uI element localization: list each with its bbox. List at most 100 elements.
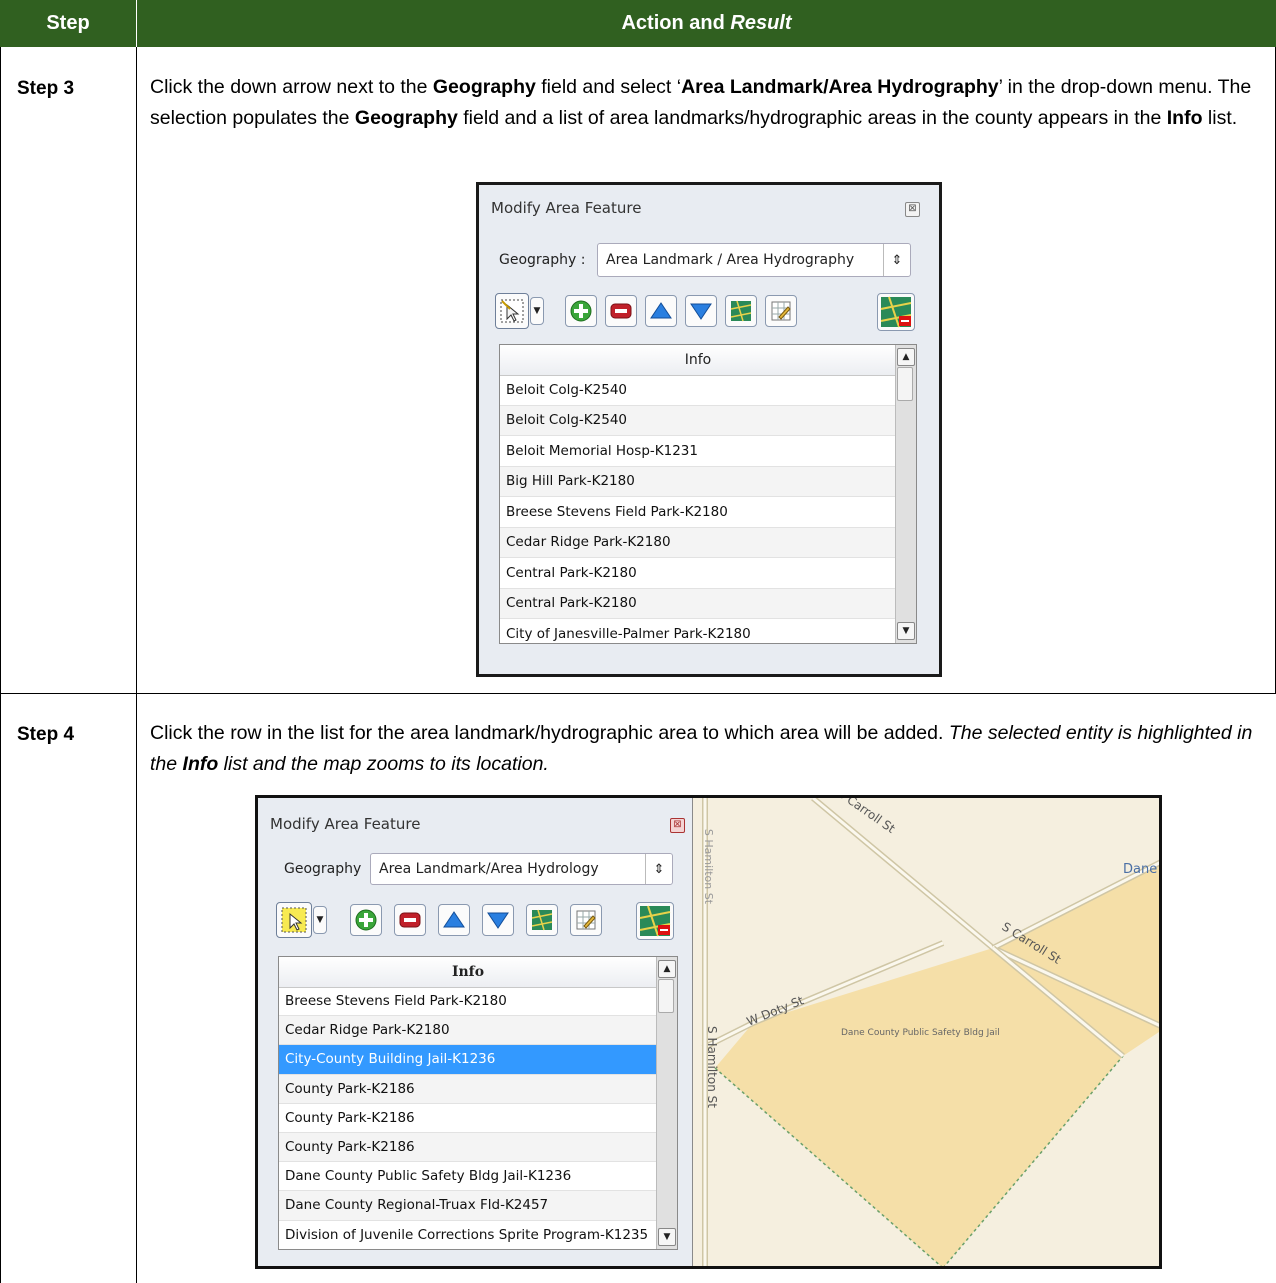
text: field and a list of area landmarks/hydro… <box>457 107 1167 129</box>
street-label-hamilton: S Hamilton St <box>704 1026 719 1108</box>
move-down-button[interactable] <box>482 904 514 936</box>
scroll-up-icon[interactable]: ▲ <box>658 960 676 978</box>
bold-italic-text: Info <box>182 753 219 775</box>
info-column-header[interactable]: Info <box>279 957 657 988</box>
scroll-down-icon[interactable]: ▼ <box>658 1228 676 1246</box>
table-header: Step Action and Result <box>0 0 1276 47</box>
remove-map-feature-button[interactable] <box>636 902 674 940</box>
select-tool-dropdown[interactable]: ▼ <box>530 297 544 325</box>
move-up-button[interactable] <box>438 904 470 936</box>
geography-select[interactable]: Area Landmark / Area Hydrography ⇕ <box>597 243 911 277</box>
geography-value: Area Landmark / Area Hydrography <box>606 252 855 268</box>
map-remove-icon <box>880 296 912 328</box>
minus-icon <box>610 303 632 319</box>
info-column-header[interactable]: Info <box>500 345 896 376</box>
map-icon <box>531 909 553 931</box>
scroll-thumb[interactable] <box>897 367 913 401</box>
zoom-map-button[interactable] <box>526 904 558 936</box>
move-down-button[interactable] <box>685 295 717 327</box>
select-tool-dropdown[interactable]: ▼ <box>313 906 327 934</box>
updown-arrow-icon[interactable]: ⇕ <box>645 854 672 884</box>
header-result-text: Result <box>730 12 792 34</box>
remove-button[interactable] <box>394 904 426 936</box>
bold-text: Area Landmark/Area Hydrography <box>681 76 999 98</box>
column-divider <box>136 47 137 1283</box>
header-step: Step <box>46 12 90 34</box>
geography-label: Geography : <box>499 252 586 268</box>
map-view[interactable]: S Carroll St S Carroll St W Doty St S Ha… <box>693 798 1159 1266</box>
caret-down-icon: ▼ <box>316 915 324 925</box>
step-4-label: Step 4 <box>17 724 75 745</box>
list-item[interactable]: City-County Building Jail-K1236 <box>279 1045 657 1075</box>
scrollbar[interactable]: ▲ ▼ <box>895 345 916 643</box>
triangle-up-icon <box>650 302 672 319</box>
step-3-label: Step 3 <box>17 78 75 99</box>
text: Click the row in the list for the area l… <box>150 722 949 744</box>
bold-text: Geography <box>432 76 536 98</box>
place-label: Dane County Public Safety Bldg Jail <box>841 1028 1000 1038</box>
list-item[interactable]: Dane County Public Safety Bldg Jail-K123… <box>279 1162 657 1192</box>
bold-text: Geography <box>354 107 458 129</box>
attribute-table-button[interactable] <box>570 904 602 936</box>
remove-button[interactable] <box>605 295 637 327</box>
add-button[interactable] <box>350 904 382 936</box>
text: Click the down arrow next to the <box>150 76 433 98</box>
row-divider <box>0 693 1276 694</box>
list-item[interactable]: Cedar Ridge Park-K2180 <box>279 1016 657 1046</box>
header-action: Action and Result <box>137 0 1276 47</box>
close-icon[interactable]: ⊠ <box>670 818 685 833</box>
table-edit-icon <box>576 910 596 930</box>
list-item[interactable]: Cedar Ridge Park-K2180 <box>500 527 896 558</box>
list-item[interactable]: Beloit Colg-K2540 <box>500 405 896 436</box>
select-arrow-icon <box>281 907 307 933</box>
list-item[interactable]: Breese Stevens Field Park-K2180 <box>500 497 896 528</box>
modify-area-feature-dialog: Modify Area Feature ⊠ Geography : Area L… <box>476 182 942 677</box>
list-item[interactable]: Dane County Regional-Truax Fld-K2457 <box>279 1191 657 1221</box>
minus-icon <box>399 912 421 928</box>
list-item[interactable]: Beloit Colg-K2540 <box>500 375 896 406</box>
list-item[interactable]: County Park-K2186 <box>279 1074 657 1104</box>
step-4-screenshot: S Carroll St S Carroll St W Doty St S Ha… <box>255 795 1162 1269</box>
list-item[interactable]: City of Janesville-Palmer Park-K2180 <box>500 619 896 643</box>
scroll-down-icon[interactable]: ▼ <box>897 622 915 640</box>
list-item[interactable]: Central Park-K2180 <box>500 588 896 619</box>
modify-area-feature-dialog-2: Modify Area Feature ⊠ Geography Area Lan… <box>258 798 693 1266</box>
scroll-thumb[interactable] <box>658 979 674 1013</box>
scroll-up-icon[interactable]: ▲ <box>897 348 915 366</box>
remove-map-feature-button[interactable] <box>877 293 915 331</box>
attribute-table-button[interactable] <box>765 295 797 327</box>
list-item[interactable]: Beloit Memorial Hosp-K1231 <box>500 436 896 467</box>
geography-select[interactable]: Area Landmark/Area Hydrology ⇕ <box>370 853 673 885</box>
list-item[interactable]: County Park-K2186 <box>279 1133 657 1163</box>
list-item[interactable]: Breese Stevens Field Park-K2180 <box>279 987 657 1017</box>
triangle-down-icon <box>487 912 509 929</box>
updown-arrow-icon[interactable]: ⇕ <box>883 244 910 276</box>
dialog-title: Modify Area Feature <box>270 815 421 833</box>
plus-icon <box>570 300 592 322</box>
close-icon[interactable]: ⊠ <box>905 202 920 217</box>
plus-icon <box>355 909 377 931</box>
info-list[interactable]: Info Breese Stevens Field Park-K2180 Ceda… <box>278 956 678 1250</box>
caret-down-icon: ▼ <box>533 306 541 316</box>
add-button[interactable] <box>565 295 597 327</box>
corner-place-label: Dane <box>1123 862 1158 877</box>
list-item[interactable]: Division of Juvenile Corrections Sprite … <box>279 1221 657 1249</box>
text: field and select ‘ <box>535 76 682 98</box>
scrollbar[interactable]: ▲ ▼ <box>656 957 677 1249</box>
list-item[interactable]: Big Hill Park-K2180 <box>500 466 896 497</box>
map-icon <box>730 300 752 322</box>
info-list[interactable]: Info Beloit Colg-K2540 Beloit Colg-K2540 B… <box>499 344 917 644</box>
select-tool-button[interactable] <box>495 293 529 329</box>
move-up-button[interactable] <box>645 295 677 327</box>
street-label-hamilton-top: S Hamilton St <box>702 828 716 905</box>
zoom-map-button[interactable] <box>725 295 757 327</box>
geography-value: Area Landmark/Area Hydrology <box>379 861 599 877</box>
left-border <box>0 47 1 1283</box>
select-tool-button[interactable] <box>276 902 312 938</box>
list-item[interactable]: Central Park-K2180 <box>500 558 896 589</box>
table-edit-icon <box>771 301 791 321</box>
map-remove-icon <box>639 905 671 937</box>
list-item[interactable]: County Park-K2186 <box>279 1104 657 1133</box>
triangle-down-icon <box>690 303 712 320</box>
italic-text: list and the map zooms to its location. <box>218 753 549 775</box>
